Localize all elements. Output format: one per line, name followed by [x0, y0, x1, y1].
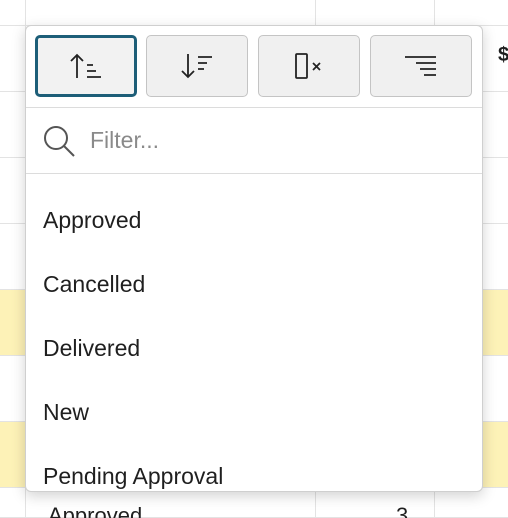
align-right-icon [405, 56, 436, 76]
sort-ascending-button[interactable] [35, 35, 137, 97]
filter-input[interactable] [90, 122, 460, 158]
column-header-fragment: $ [498, 44, 508, 66]
value-list-item[interactable]: Delivered [26, 316, 482, 380]
value-list: Approved Cancelled Delivered New Pending App… [26, 188, 482, 491]
table-cell-status: Approved [48, 503, 143, 518]
value-list-item[interactable]: Cancelled [26, 252, 482, 316]
value-list-item[interactable]: New [26, 380, 482, 444]
value-list-item[interactable]: Pending Approval [26, 444, 482, 491]
table-cell-count: 3 [396, 503, 409, 518]
align-right-button[interactable] [370, 35, 472, 97]
sort-ascending-icon [70, 53, 101, 78]
filter-bar [26, 108, 482, 174]
popup-toolbar [26, 26, 482, 108]
remove-column-icon [295, 53, 321, 79]
page: $ Approved 3 Filter... Approved Cancelle… [0, 0, 508, 518]
column-filter-popup: ApprovedCancelledDeliveredNewPending App… [25, 25, 483, 492]
grid-row [0, 0, 508, 26]
remove-column-button[interactable] [258, 35, 360, 97]
sort-descending-button[interactable] [146, 35, 248, 97]
search-icon [44, 126, 75, 157]
value-list-item[interactable]: Approved [26, 188, 482, 252]
sort-descending-icon [181, 54, 212, 79]
